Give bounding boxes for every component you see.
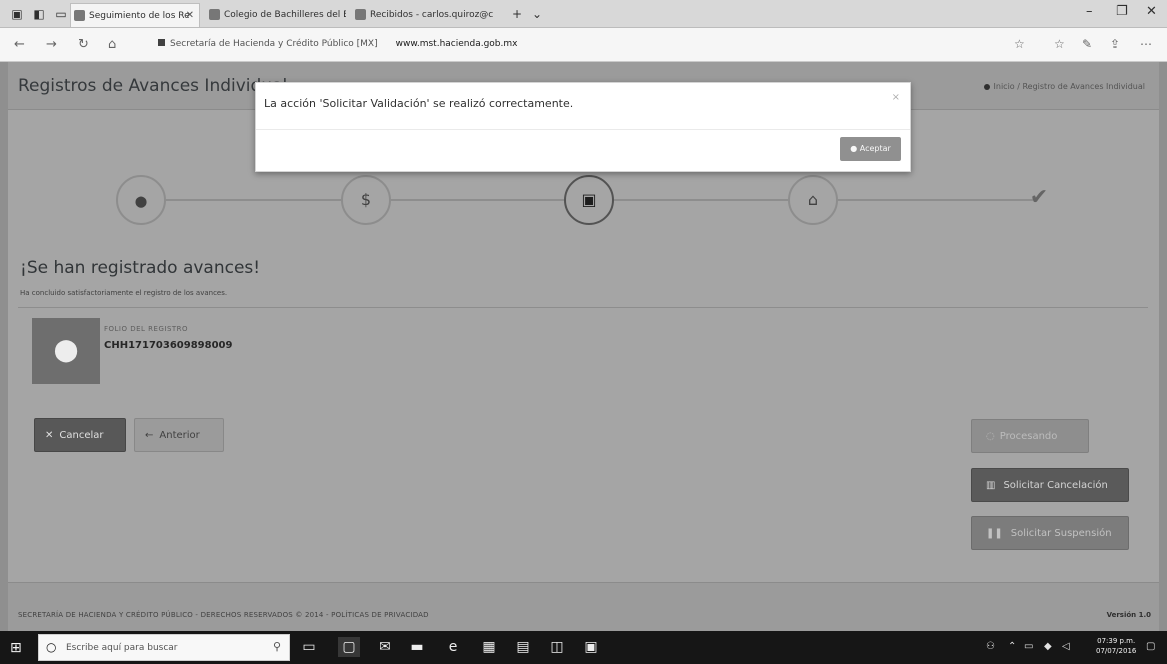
reading-list-icon[interactable]: ✎ bbox=[1082, 37, 1092, 51]
antivirus-icon[interactable]: ◆ bbox=[1044, 641, 1052, 652]
edge-browser-icon[interactable]: e bbox=[442, 637, 464, 657]
windows-start-icon[interactable]: ⊞ bbox=[10, 640, 22, 656]
modal-close-icon[interactable]: × bbox=[892, 92, 900, 103]
site-identity: Secretaría de Hacienda y Crédito Público… bbox=[170, 39, 378, 49]
divider bbox=[18, 307, 1148, 308]
close-icon: ✕ bbox=[45, 430, 54, 441]
close-tab-icon[interactable]: ✕ bbox=[186, 4, 194, 27]
folio-value: CHH171703609898009 bbox=[104, 340, 233, 351]
cancel-button[interactable]: ✕ Cancelar bbox=[34, 418, 126, 452]
step-check-icon[interactable]: ✔ bbox=[1014, 175, 1064, 225]
step-dollar-icon[interactable]: $ bbox=[341, 175, 391, 225]
check-icon: ● bbox=[850, 144, 858, 153]
close-window-button[interactable]: ✕ bbox=[1146, 4, 1157, 19]
taskbar-app-icon[interactable]: ▢ bbox=[338, 637, 360, 657]
share-icon[interactable]: ⇪ bbox=[1110, 37, 1120, 51]
clock-time: 07:39 p.m. bbox=[1097, 637, 1136, 645]
screenshot: ▣ ◧ ▭ Seguimiento de los Re ✕ Colegio de… bbox=[0, 0, 1167, 664]
footer-version: Versión 1.0 bbox=[1106, 611, 1151, 619]
footer-copyright[interactable]: SECRETARÍA DE HACIENDA Y CRÉDITO PÚBLICO… bbox=[18, 611, 429, 619]
tab-menu-icon[interactable]: ⌄ bbox=[528, 6, 546, 22]
notifications-icon[interactable]: ▢ bbox=[1146, 641, 1155, 652]
url-field[interactable]: Secretaría de Hacienda y Crédito Público… bbox=[158, 39, 517, 49]
tab-preview-icon[interactable]: ◧ bbox=[30, 6, 48, 22]
minimize-button[interactable]: – bbox=[1086, 4, 1093, 19]
previous-button-label: Anterior bbox=[159, 430, 200, 441]
favorites-icon[interactable]: ☆ bbox=[1054, 37, 1065, 51]
page-title: Registros de Avances Individual bbox=[18, 76, 288, 96]
task-view-icon[interactable]: ▭ bbox=[298, 637, 320, 657]
breadcrumb: Inicio / Registro de Avances Individual bbox=[983, 82, 1145, 91]
modal-divider bbox=[256, 129, 910, 130]
cortana-icon: ○ bbox=[46, 640, 57, 654]
network-icon[interactable]: ▭ bbox=[1024, 641, 1033, 652]
request-suspension-label: Solicitar Suspensión bbox=[1010, 528, 1112, 539]
request-suspension-button[interactable]: ❚❚ Solicitar Suspensión bbox=[971, 516, 1129, 550]
browser-tab-seguimiento[interactable]: Seguimiento de los Re ✕ bbox=[70, 3, 200, 27]
back-icon[interactable]: ← bbox=[14, 37, 25, 52]
success-subtitle: Ha concluido satisfactoriamente el regis… bbox=[20, 289, 228, 297]
home-icon[interactable]: ⌂ bbox=[108, 37, 116, 52]
arrow-left-icon: ← bbox=[145, 430, 154, 441]
windows-taskbar: ⊞ ○ Escribe aquí para buscar ⚲ ▭ ▢ ✉ ▬ e… bbox=[0, 631, 1167, 664]
forward-icon[interactable]: → bbox=[46, 37, 57, 52]
trash-icon: ▥ bbox=[986, 480, 996, 491]
step-building-icon[interactable]: ⌂ bbox=[788, 175, 838, 225]
taskbar-search-input[interactable]: ○ Escribe aquí para buscar ⚲ bbox=[38, 634, 290, 661]
url-domain: www.mst.hacienda.gob.mx bbox=[395, 39, 518, 49]
volume-icon[interactable]: ◁ bbox=[1062, 641, 1070, 652]
map-marker-icon: ⬤ bbox=[32, 318, 100, 384]
new-tab-button[interactable]: + bbox=[508, 6, 526, 22]
more-icon[interactable]: ⋯ bbox=[1140, 37, 1152, 51]
microphone-icon[interactable]: ⚲ bbox=[273, 640, 281, 653]
processing-button[interactable]: ◌ Procesando bbox=[971, 419, 1089, 453]
app-icon[interactable]: ▣ bbox=[580, 637, 602, 657]
request-cancellation-button[interactable]: ▥ Solicitar Cancelación bbox=[971, 468, 1129, 502]
onenote-icon[interactable]: ◫ bbox=[546, 637, 568, 657]
restore-button[interactable]: ❐ bbox=[1116, 4, 1128, 19]
previous-button[interactable]: ← Anterior bbox=[134, 418, 224, 452]
folio-label: FOLIO DEL REGISTRO bbox=[104, 325, 189, 333]
file-explorer-icon[interactable]: ▬ bbox=[406, 637, 428, 657]
step-document-icon[interactable]: ▣ bbox=[564, 175, 614, 225]
page-footer: SECRETARÍA DE HACIENDA Y CRÉDITO PÚBLICO… bbox=[8, 582, 1159, 631]
modal-accept-button[interactable]: ● Aceptar bbox=[840, 137, 901, 161]
home-icon bbox=[983, 83, 990, 90]
mail-favicon-icon bbox=[355, 9, 366, 20]
spinner-icon: ◌ bbox=[986, 431, 995, 442]
modal-message: La acción 'Solicitar Validación' se real… bbox=[264, 97, 574, 110]
browser-tab-bar: ▣ ◧ ▭ Seguimiento de los Re ✕ Colegio de… bbox=[0, 0, 1167, 28]
mail-icon[interactable]: ✉ bbox=[374, 637, 396, 657]
browser-address-bar: ← → ↻ ⌂ Secretaría de Hacienda y Crédito… bbox=[0, 28, 1167, 62]
clock-date: 07/07/2016 bbox=[1096, 647, 1137, 655]
tab-label: Seguimiento de los Re bbox=[89, 11, 190, 21]
step-location-icon[interactable]: ⬤ bbox=[116, 175, 166, 225]
refresh-icon[interactable]: ↻ bbox=[78, 37, 89, 52]
search-placeholder: Escribe aquí para buscar bbox=[66, 643, 178, 653]
tray-chevron-icon[interactable]: ⌃ bbox=[1008, 641, 1016, 652]
browser-tab-colegio[interactable]: Colegio de Bachilleres del E bbox=[206, 3, 346, 27]
tab-list-icon[interactable]: ▭ bbox=[52, 6, 70, 22]
favorite-star-icon[interactable]: ☆ bbox=[1014, 37, 1025, 51]
people-icon[interactable]: ⚇ bbox=[986, 641, 995, 652]
page-favicon-icon bbox=[209, 9, 220, 20]
lock-icon bbox=[158, 39, 165, 46]
modal-accept-label: Aceptar bbox=[859, 144, 891, 153]
pause-icon: ❚❚ bbox=[986, 528, 1003, 539]
page-favicon-icon bbox=[74, 10, 85, 21]
request-cancellation-label: Solicitar Cancelación bbox=[1003, 480, 1108, 491]
success-modal: La acción 'Solicitar Validación' se real… bbox=[255, 82, 911, 172]
tab-manager-icon[interactable]: ▣ bbox=[8, 6, 26, 22]
system-clock[interactable]: 07:39 p.m. 07/07/2016 bbox=[1096, 636, 1136, 656]
success-title: ¡Se han registrado avances! bbox=[20, 258, 261, 278]
calculator-icon[interactable]: ▤ bbox=[512, 637, 534, 657]
browser-tab-recibidos[interactable]: Recibidos - carlos.quiroz@c bbox=[352, 3, 502, 27]
breadcrumb-text[interactable]: Inicio / Registro de Avances Individual bbox=[994, 82, 1145, 91]
cancel-button-label: Cancelar bbox=[59, 430, 104, 441]
tab-label: Colegio de Bachilleres del E bbox=[224, 10, 346, 20]
tab-label: Recibidos - carlos.quiroz@c bbox=[370, 10, 494, 20]
store-icon[interactable]: ▦ bbox=[478, 637, 500, 657]
processing-button-label: Procesando bbox=[999, 431, 1058, 442]
